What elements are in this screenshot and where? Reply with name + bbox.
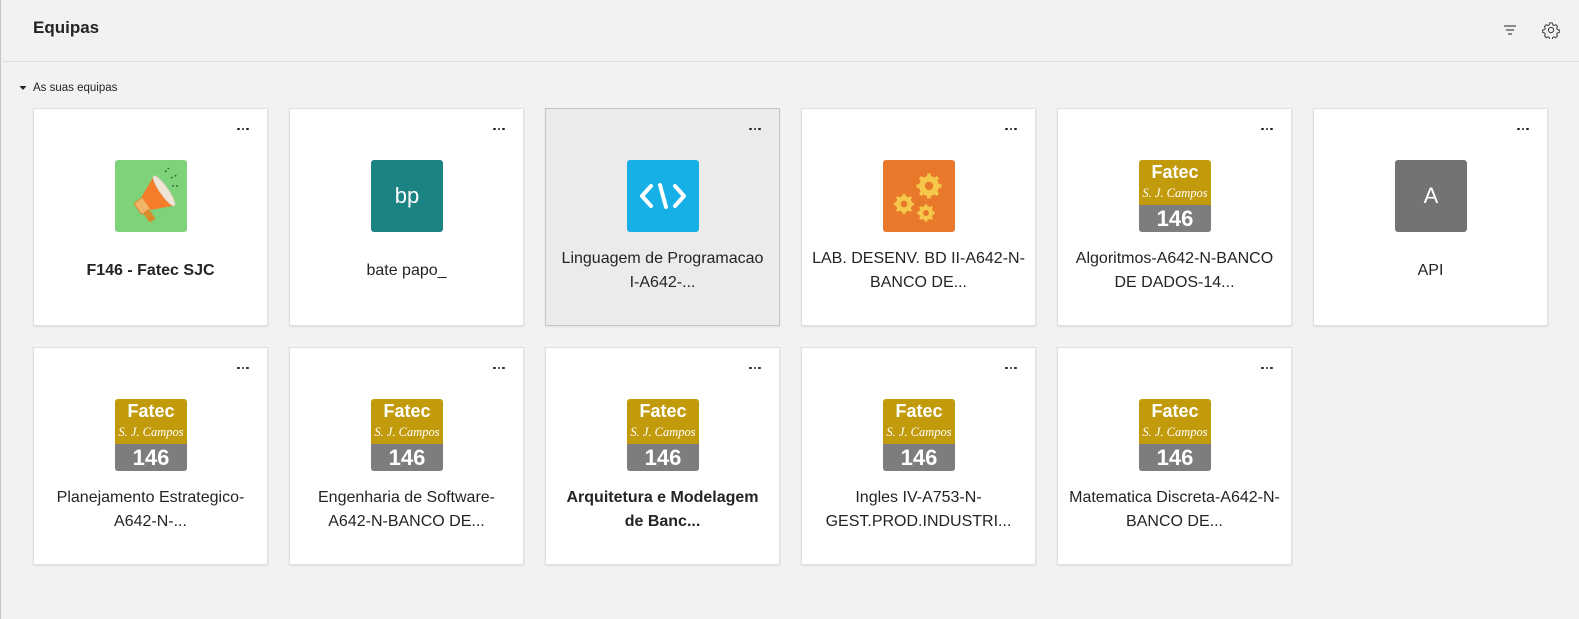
initials-avatar: bp [371, 160, 443, 232]
code-avatar-icon [627, 160, 699, 232]
more-options-icon [1005, 127, 1017, 131]
teams-grid: F146 - Fatec SJC bp bate papo_ Linguagem de… [33, 108, 1549, 565]
team-name: Algoritmos-A642-N-BANCO DE DADOS-14... [1075, 250, 1274, 291]
team-name: LAB. DESENV. BD II-A642-N-BANCO DE... [812, 250, 1025, 291]
more-options-button[interactable] [233, 121, 253, 137]
gear-icon[interactable] [1540, 19, 1562, 41]
more-options-icon [493, 127, 505, 131]
team-name: Linguagem de Programacao I-A642-... [561, 250, 764, 291]
more-options-icon [493, 366, 505, 370]
team-name: Planejamento Estrategico-A642-N-... [56, 489, 245, 530]
fatec-logo-avatar: Fatec S. J. Campos 146 [1139, 399, 1211, 471]
more-options-icon [749, 366, 761, 370]
team-card[interactable]: Fatec S. J. Campos 146 Matematica Discreta-… [1057, 347, 1292, 565]
more-options-icon [1517, 127, 1529, 131]
more-options-icon [237, 366, 249, 370]
team-card[interactable]: LAB. DESENV. BD II-A642-N-BANCO DE... [801, 108, 1036, 326]
team-name: bate papo_ [366, 262, 447, 279]
more-options-button[interactable] [1001, 121, 1021, 137]
more-options-button[interactable] [489, 121, 509, 137]
more-options-button[interactable] [233, 360, 253, 376]
team-card[interactable]: Fatec S. J. Campos 146 Planejamento Estrate… [33, 347, 268, 565]
fatec-logo-avatar: Fatec S. J. Campos 146 [115, 399, 187, 471]
filter-icon[interactable] [1499, 19, 1521, 41]
team-card[interactable]: Fatec S. J. Campos 146 Arquitetura e Modela… [545, 347, 780, 565]
fatec-logo-avatar: Fatec S. J. Campos 146 [883, 399, 955, 471]
fatec-logo-avatar: Fatec S. J. Campos 146 [627, 399, 699, 471]
team-name: Matematica Discreta-A642-N-BANCO DE... [1069, 489, 1280, 530]
gears-avatar-icon [883, 160, 955, 232]
team-card[interactable]: Fatec S. J. Campos 146 Algoritmos-A642-N-BA… [1057, 108, 1292, 326]
more-options-icon [1261, 127, 1273, 131]
more-options-button[interactable] [1257, 121, 1277, 137]
team-card[interactable]: A API [1313, 108, 1548, 326]
more-options-icon [237, 127, 249, 131]
fatec-logo-avatar: Fatec S. J. Campos 146 [1139, 160, 1211, 232]
team-card[interactable]: Linguagem de Programacao I-A642-... [545, 108, 780, 326]
more-options-icon [1005, 366, 1017, 370]
more-options-button[interactable] [1001, 360, 1021, 376]
more-options-button[interactable] [745, 360, 765, 376]
team-card[interactable]: Fatec S. J. Campos 146 Engenharia de Softwa… [289, 347, 524, 565]
megaphone-avatar-icon [115, 160, 187, 232]
initials-avatar: A [1395, 160, 1467, 232]
header-bar: Equipas [0, 0, 1579, 62]
page-title: Equipas [33, 18, 100, 37]
team-card[interactable]: F146 - Fatec SJC [33, 108, 268, 326]
team-name: Ingles IV-A753-N-GEST.PROD.INDUSTRI... [825, 489, 1012, 530]
team-name: Engenharia de Software-A642-N-BANCO DE..… [318, 489, 495, 530]
more-options-button[interactable] [745, 121, 765, 137]
team-card[interactable]: Fatec S. J. Campos 146 Ingles IV-A753-N-GES… [801, 347, 1036, 565]
team-name: API [1417, 262, 1444, 279]
more-options-icon [749, 127, 761, 131]
team-name: Arquitetura e Modelagem de Banc... [566, 489, 759, 530]
team-name: F146 - Fatec SJC [86, 262, 215, 279]
more-options-button[interactable] [1257, 360, 1277, 376]
caret-down-icon [18, 83, 28, 93]
fatec-logo-avatar: Fatec S. J. Campos 146 [371, 399, 443, 471]
section-label: As suas equipas [33, 82, 118, 94]
team-card[interactable]: bp bate papo_ [289, 108, 524, 326]
window-edge [0, 0, 1, 619]
more-options-button[interactable] [1513, 121, 1533, 137]
more-options-icon [1261, 366, 1273, 370]
section-toggle-your-teams[interactable]: As suas equipas [18, 82, 117, 94]
more-options-button[interactable] [489, 360, 509, 376]
